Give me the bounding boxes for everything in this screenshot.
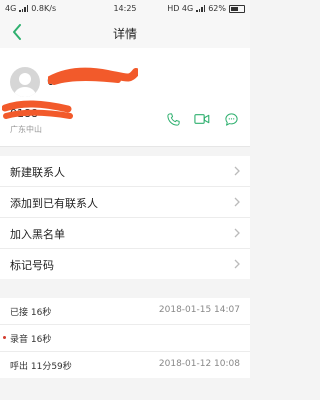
nav-bar: 详情 — [0, 17, 250, 49]
menu-item-label: 添加到已有联系人 — [10, 197, 98, 210]
call-record-row[interactable]: 呼出 11分59秒 2018-01-12 10:08 — [0, 352, 250, 378]
menu-item-label: 加入黑名单 — [10, 228, 65, 241]
chevron-right-icon — [234, 228, 240, 238]
chat-bubble-icon — [224, 112, 238, 126]
chevron-right-icon — [234, 197, 240, 207]
page-title: 详情 — [112, 27, 137, 41]
recording-indicator-icon — [3, 336, 6, 339]
menu-item-label: 标记号码 — [10, 259, 54, 272]
signal-icon-right — [196, 5, 206, 12]
battery-icon — [229, 4, 245, 13]
message-button[interactable] — [222, 110, 240, 128]
person-icon — [14, 73, 36, 97]
action-menu: 新建联系人 添加到已有联系人 加入黑名单 标记号码 — [0, 156, 250, 279]
menu-item-label: 新建联系人 — [10, 166, 65, 179]
call-button[interactable] — [164, 110, 182, 128]
redaction-mark-number — [2, 100, 73, 119]
video-call-button[interactable] — [193, 110, 211, 128]
network-type-right: HD 4G — [167, 4, 194, 13]
chevron-right-icon — [234, 166, 240, 176]
phone-icon — [166, 112, 180, 126]
menu-item-blacklist[interactable]: 加入黑名单 — [0, 218, 250, 249]
menu-item-new-contact[interactable]: 新建联系人 — [0, 156, 250, 187]
call-timestamp: 2018-01-12 10:08 — [158, 359, 240, 369]
recording-duration: 录音 16秒 — [10, 335, 52, 345]
video-icon — [194, 114, 210, 124]
call-type-duration: 已接 16秒 — [10, 308, 52, 318]
recording-row[interactable]: 录音 16秒 — [0, 325, 250, 352]
redaction-mark-name — [48, 67, 138, 85]
contact-card: 0 0188 广东中山 — [0, 48, 250, 147]
status-right: HD 4G 62% — [167, 4, 245, 13]
status-bar: 4G 0.8K/s 14:25 HD 4G 62% — [0, 0, 250, 17]
call-records: 已接 16秒 2018-01-15 14:07 录音 16秒 呼出 11分59秒… — [0, 298, 250, 378]
menu-item-mark-number[interactable]: 标记号码 — [0, 249, 250, 279]
contact-actions — [164, 110, 240, 128]
avatar — [10, 67, 40, 97]
chevron-right-icon — [234, 259, 240, 269]
call-record-row[interactable]: 已接 16秒 2018-01-15 14:07 — [0, 298, 250, 325]
call-timestamp: 2018-01-15 14:07 — [158, 305, 240, 315]
battery-percent: 62% — [208, 4, 226, 13]
call-type-duration: 呼出 11分59秒 — [10, 362, 72, 372]
menu-item-add-to-existing[interactable]: 添加到已有联系人 — [0, 187, 250, 218]
contact-location: 广东中山 — [10, 125, 42, 134]
